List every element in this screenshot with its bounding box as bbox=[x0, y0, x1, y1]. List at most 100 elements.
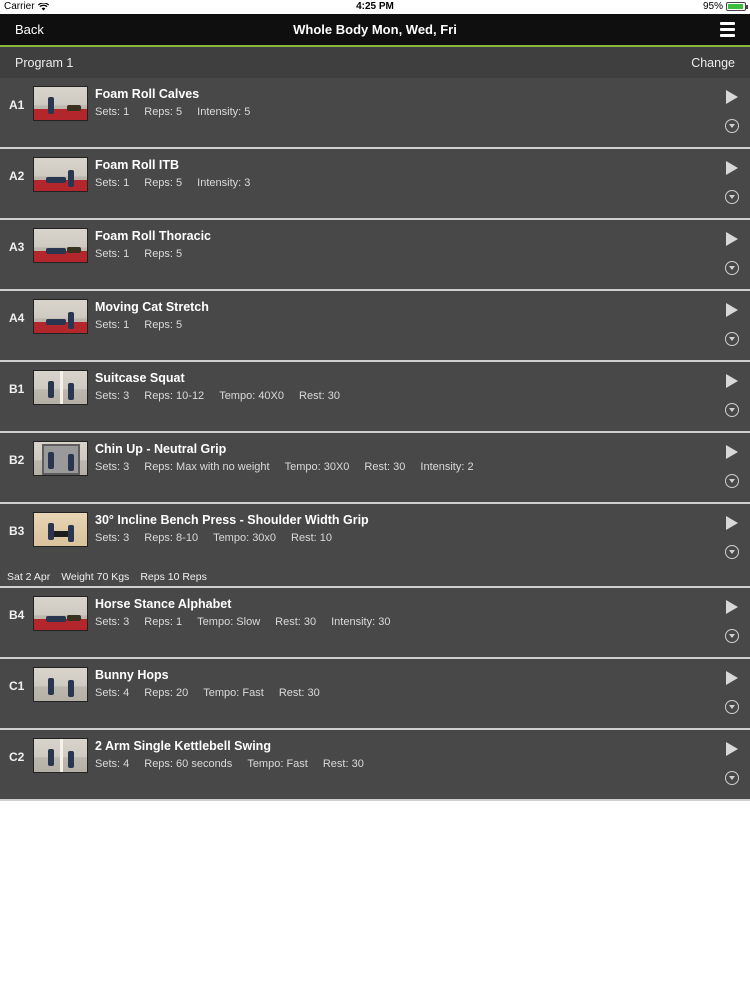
exercise-thumbnail[interactable] bbox=[33, 299, 88, 334]
expand-chevron-icon[interactable] bbox=[725, 403, 739, 417]
exercise-row-a3[interactable]: A3 Foam Roll Thoracic Sets: 1 Reps: 5 bbox=[0, 220, 750, 291]
stat-intensity: Intensity: 30 bbox=[331, 616, 391, 628]
stat-intensity: Intensity: 3 bbox=[197, 177, 251, 189]
play-icon[interactable] bbox=[726, 161, 738, 175]
exercise-thumbnail[interactable] bbox=[33, 667, 88, 702]
exercise-stats: Sets: 3 Reps: Max with no weight Tempo: 30… bbox=[95, 461, 489, 473]
menu-line bbox=[720, 34, 735, 37]
exercise-title[interactable]: Moving Cat Stretch bbox=[95, 300, 209, 314]
play-icon[interactable] bbox=[726, 90, 738, 104]
program-bar: Program 1 Change bbox=[0, 47, 750, 78]
exercise-title[interactable]: Foam Roll Calves bbox=[95, 87, 199, 101]
stat-sets: Sets: 3 bbox=[95, 390, 130, 402]
stat-tempo: Tempo: 40X0 bbox=[219, 390, 285, 402]
exercise-thumbnail[interactable] bbox=[33, 738, 88, 773]
stat-rest: Rest: 30 bbox=[364, 461, 406, 473]
exercise-row-c1[interactable]: C1 Bunny Hops Sets: 4 Reps: 20 Tempo: Fast… bbox=[0, 659, 750, 730]
last-session-history: Sat 2 Apr Weight 70 Kgs Reps 10 Reps bbox=[7, 571, 218, 583]
exercise-code: A3 bbox=[9, 240, 25, 254]
stat-reps: Reps: 5 bbox=[144, 106, 183, 118]
expand-chevron-icon[interactable] bbox=[725, 190, 739, 204]
exercise-stats: Sets: 1 Reps: 5 Intensity: 3 bbox=[95, 177, 265, 189]
menu-line bbox=[720, 22, 735, 25]
back-button[interactable]: Back bbox=[15, 22, 44, 37]
stat-tempo: Tempo: Fast bbox=[203, 687, 264, 699]
play-icon[interactable] bbox=[726, 374, 738, 388]
play-icon[interactable] bbox=[726, 516, 738, 530]
exercise-row-a4[interactable]: A4 Moving Cat Stretch Sets: 1 Reps: 5 bbox=[0, 291, 750, 362]
expand-chevron-icon[interactable] bbox=[725, 545, 739, 559]
exercise-thumbnail[interactable] bbox=[33, 228, 88, 263]
expand-chevron-icon[interactable] bbox=[725, 629, 739, 643]
exercise-row-a2[interactable]: A2 Foam Roll ITB Sets: 1 Reps: 5 Intensity… bbox=[0, 149, 750, 220]
exercise-thumbnail[interactable] bbox=[33, 441, 88, 476]
exercise-list: A1 Foam Roll Calves Sets: 1 Reps: 5 Intens… bbox=[0, 78, 750, 801]
stat-sets: Sets: 3 bbox=[95, 532, 130, 544]
exercise-row-a1[interactable]: A1 Foam Roll Calves Sets: 1 Reps: 5 Intens… bbox=[0, 78, 750, 149]
exercise-row-b1[interactable]: B1 Suitcase Squat Sets: 3 Reps: 10-12 Temp… bbox=[0, 362, 750, 433]
exercise-stats: Sets: 3 Reps: 8-10 Tempo: 30x0 Rest: 10 bbox=[95, 532, 347, 544]
expand-chevron-icon[interactable] bbox=[725, 119, 739, 133]
exercise-title[interactable]: Foam Roll ITB bbox=[95, 158, 179, 172]
stat-reps: Reps: 1 bbox=[144, 616, 183, 628]
menu-line bbox=[720, 28, 735, 31]
exercise-row-b3[interactable]: B3 30° Incline Bench Press - Shoulder Wi… bbox=[0, 504, 750, 588]
exercise-title[interactable]: 30° Incline Bench Press - Shoulder Width… bbox=[95, 513, 369, 527]
stat-reps: Reps: 5 bbox=[144, 319, 183, 331]
expand-chevron-icon[interactable] bbox=[725, 261, 739, 275]
exercise-thumbnail[interactable] bbox=[33, 596, 88, 631]
exercise-row-b2[interactable]: B2 Chin Up - Neutral Grip Sets: 3 Reps: M… bbox=[0, 433, 750, 504]
history-date: Sat 2 Apr bbox=[7, 571, 51, 583]
change-program-button[interactable]: Change bbox=[691, 56, 735, 70]
exercise-title[interactable]: 2 Arm Single Kettlebell Swing bbox=[95, 739, 271, 753]
status-bar: Carrier 4:25 PM 95% bbox=[0, 0, 750, 14]
exercise-row-b4[interactable]: B4 Horse Stance Alphabet Sets: 3 Reps: 1 T… bbox=[0, 588, 750, 659]
play-icon[interactable] bbox=[726, 671, 738, 685]
exercise-title[interactable]: Bunny Hops bbox=[95, 668, 169, 682]
expand-chevron-icon[interactable] bbox=[725, 474, 739, 488]
hamburger-menu-icon[interactable] bbox=[720, 22, 735, 37]
exercise-stats: Sets: 1 Reps: 5 bbox=[95, 319, 197, 331]
battery-percent: 95% bbox=[702, 1, 723, 12]
exercise-thumbnail[interactable] bbox=[33, 370, 88, 405]
stat-sets: Sets: 3 bbox=[95, 461, 130, 473]
stat-sets: Sets: 1 bbox=[95, 106, 130, 118]
stat-reps: Reps: 8-10 bbox=[144, 532, 199, 544]
exercise-code: B4 bbox=[9, 608, 25, 622]
play-icon[interactable] bbox=[726, 445, 738, 459]
expand-chevron-icon[interactable] bbox=[725, 771, 739, 785]
exercise-code: C2 bbox=[9, 750, 25, 764]
stat-reps: Reps: 5 bbox=[144, 248, 183, 260]
play-icon[interactable] bbox=[726, 600, 738, 614]
play-icon[interactable] bbox=[726, 742, 738, 756]
exercise-title[interactable]: Chin Up - Neutral Grip bbox=[95, 442, 226, 456]
stat-sets: Sets: 1 bbox=[95, 248, 130, 260]
exercise-thumbnail[interactable] bbox=[33, 157, 88, 192]
exercise-code: B3 bbox=[9, 524, 25, 538]
exercise-row-c2[interactable]: C2 2 Arm Single Kettlebell Swing Sets: 4… bbox=[0, 730, 750, 801]
stat-reps: Reps: 60 seconds bbox=[144, 758, 233, 770]
history-weight: Weight 70 Kgs bbox=[61, 571, 130, 583]
exercise-title[interactable]: Suitcase Squat bbox=[95, 371, 185, 385]
stat-sets: Sets: 3 bbox=[95, 616, 130, 628]
expand-chevron-icon[interactable] bbox=[725, 700, 739, 714]
stat-reps: Reps: 20 bbox=[144, 687, 189, 699]
exercise-title[interactable]: Foam Roll Thoracic bbox=[95, 229, 211, 243]
stat-rest: Rest: 10 bbox=[291, 532, 333, 544]
program-name: Program 1 bbox=[15, 56, 74, 70]
stat-rest: Rest: 30 bbox=[299, 390, 340, 402]
play-icon[interactable] bbox=[726, 232, 738, 246]
exercise-code: B1 bbox=[9, 382, 25, 396]
exercise-thumbnail[interactable] bbox=[33, 512, 88, 547]
play-icon[interactable] bbox=[726, 303, 738, 317]
exercise-stats: Sets: 1 Reps: 5 bbox=[95, 248, 197, 260]
exercise-title[interactable]: Horse Stance Alphabet bbox=[95, 597, 231, 611]
stat-intensity: Intensity: 2 bbox=[420, 461, 474, 473]
history-reps: Reps 10 Reps bbox=[140, 571, 207, 583]
exercise-code: C1 bbox=[9, 679, 25, 693]
exercise-thumbnail[interactable] bbox=[33, 86, 88, 121]
stat-reps: Reps: 10-12 bbox=[144, 390, 205, 402]
stat-sets: Sets: 1 bbox=[95, 177, 130, 189]
expand-chevron-icon[interactable] bbox=[725, 332, 739, 346]
stat-tempo: Tempo: 30X0 bbox=[284, 461, 350, 473]
